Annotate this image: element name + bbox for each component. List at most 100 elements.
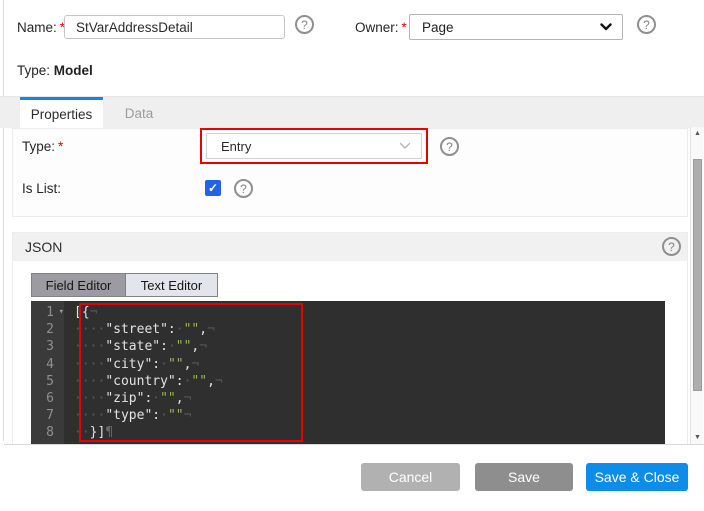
variable-type-text: Type: Model <box>17 63 93 78</box>
field-editor-label: Field Editor <box>46 278 112 293</box>
is-list-checkbox[interactable]: ✓ <box>205 180 221 196</box>
name-label: Name:* <box>17 20 65 35</box>
code-line: 2····"street":·"",¬ <box>31 321 665 338</box>
code-string-value: "" <box>168 357 184 372</box>
chevron-down-icon <box>600 23 612 31</box>
line-number: 4 <box>31 356 64 373</box>
line-number: 1▾ <box>31 304 64 321</box>
whitespace-marker: · <box>152 391 160 406</box>
tab-data-label: Data <box>125 106 154 121</box>
line-number: 6 <box>31 390 64 407</box>
whitespace-marker: ···· <box>74 374 105 389</box>
fold-arrow-icon[interactable]: ▾ <box>59 304 64 321</box>
vertical-scrollbar[interactable]: ▲ ▼ <box>690 127 703 444</box>
code-token: , <box>207 374 215 389</box>
help-glyph: ? <box>643 19 650 31</box>
code-token: [{ <box>74 305 90 320</box>
whitespace-marker: ···· <box>74 322 105 337</box>
code-line-content: ····"street":·"",¬ <box>64 321 215 338</box>
line-number: 8 <box>31 424 64 441</box>
help-glyph: ? <box>446 141 453 153</box>
code-line-content: ····"zip":·"",¬ <box>64 390 191 407</box>
code-token: ¶ <box>105 425 113 440</box>
variable-type-value: Model <box>54 63 93 78</box>
tab-data[interactable]: Data <box>103 97 175 129</box>
code-line: 1▾ [{¬ <box>31 304 665 321</box>
code-line: 3····"state":·"",¬ <box>31 338 665 355</box>
owner-select[interactable]: Page <box>409 14 623 40</box>
code-line-content: ····"type":·""¬ <box>64 407 191 424</box>
scroll-up-icon[interactable]: ▲ <box>691 130 704 137</box>
cancel-button[interactable]: Cancel <box>361 463 460 491</box>
entry-type-label: Type:* <box>22 139 63 154</box>
owner-label: Owner:* <box>355 20 407 35</box>
is-list-label: Is List: <box>22 181 61 196</box>
json-code-editor[interactable]: 1▾[{¬2····"street":·"",¬3····"state":·""… <box>31 301 665 444</box>
variable-type-label: Type: <box>17 63 50 78</box>
dialog-left-border <box>3 0 4 441</box>
tab-bar: Properties Data <box>0 96 704 128</box>
whitespace-marker: ···· <box>74 357 105 372</box>
code-token: "zip": <box>105 391 152 406</box>
code-token: , <box>176 391 184 406</box>
variable-editor-dialog: Name:* ? Owner:* Page ? Type: Model Prop… <box>0 0 704 511</box>
save-and-close-button[interactable]: Save & Close <box>586 463 688 491</box>
json-section-title: JSON <box>25 239 62 255</box>
code-line-content: ····"country":·"",¬ <box>64 373 223 390</box>
whitespace-marker: ···· <box>74 339 105 354</box>
checkmark-icon: ✓ <box>208 181 218 195</box>
whitespace-marker: ···· <box>74 408 105 423</box>
line-number: 3 <box>31 338 64 355</box>
scroll-up-glyph: ▲ <box>694 130 701 137</box>
line-number: 7 <box>31 407 64 424</box>
text-editor-button[interactable]: Text Editor <box>125 274 217 296</box>
code-line: 4····"city":·"",¬ <box>31 356 665 373</box>
entry-type-help-icon[interactable]: ? <box>440 137 459 156</box>
code-line: 8··}]¶ <box>31 424 665 441</box>
code-line-content: ····"state":·"",¬ <box>64 338 207 355</box>
code-string-value: "" <box>176 339 192 354</box>
code-token: "city": <box>105 357 160 372</box>
whitespace-marker: ¬ <box>191 357 199 372</box>
whitespace-marker: · <box>168 339 176 354</box>
content-footer-divider <box>4 444 704 445</box>
scroll-down-icon[interactable]: ▼ <box>691 434 704 441</box>
code-line: 5····"country":·"",¬ <box>31 373 665 390</box>
whitespace-marker: ¬ <box>215 374 223 389</box>
entry-select-highlight-box <box>200 128 428 164</box>
text-editor-label: Text Editor <box>141 278 202 293</box>
name-input[interactable] <box>64 15 285 39</box>
code-string-value: "" <box>184 322 200 337</box>
is-list-help-icon[interactable]: ? <box>234 179 253 198</box>
line-number: 5 <box>31 373 64 390</box>
code-string-value: "" <box>191 374 207 389</box>
line-number: 2 <box>31 321 64 338</box>
scrollbar-thumb[interactable] <box>693 159 702 391</box>
whitespace-marker: ¬ <box>90 305 98 320</box>
name-help-icon[interactable]: ? <box>295 15 314 34</box>
whitespace-marker: ¬ <box>199 339 207 354</box>
json-section-header: JSON ? <box>13 233 687 261</box>
save-button[interactable]: Save <box>475 463 573 491</box>
code-token: "state": <box>105 339 168 354</box>
owner-required-marker: * <box>402 20 407 35</box>
code-string-value: "" <box>168 408 184 423</box>
json-section: JSON ? Field Editor Text Editor 1▾[{¬2··… <box>12 232 688 444</box>
field-editor-button[interactable]: Field Editor <box>32 274 125 296</box>
json-help-icon[interactable]: ? <box>662 237 681 256</box>
whitespace-marker: · <box>160 408 168 423</box>
whitespace-marker: · <box>176 322 184 337</box>
code-token: }] <box>90 425 106 440</box>
owner-help-icon[interactable]: ? <box>637 15 656 34</box>
name-label-text: Name: <box>17 20 57 35</box>
tab-properties[interactable]: Properties <box>20 97 103 129</box>
whitespace-marker: ···· <box>74 391 105 406</box>
owner-label-text: Owner: <box>355 20 399 35</box>
help-glyph: ? <box>240 183 247 195</box>
tab-properties-label: Properties <box>31 107 93 122</box>
whitespace-marker: ¬ <box>184 408 192 423</box>
code-area: 1▾[{¬2····"street":·"",¬3····"state":·""… <box>31 304 665 442</box>
code-token: "country": <box>105 374 183 389</box>
code-token: , <box>199 322 207 337</box>
help-glyph: ? <box>301 19 308 31</box>
